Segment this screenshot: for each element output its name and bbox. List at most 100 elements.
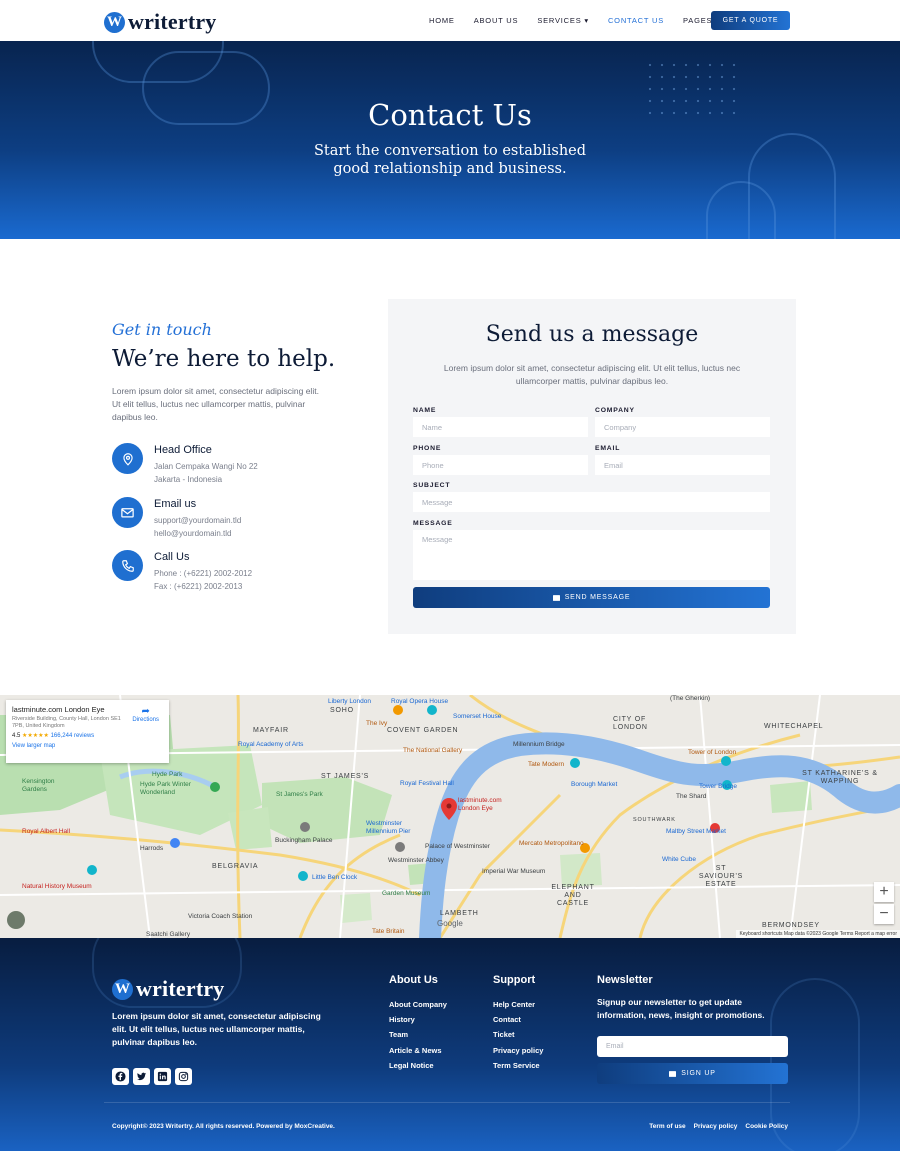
directions-button[interactable]: ➦ Directions [132,706,159,723]
facebook-icon[interactable] [112,1068,129,1085]
contact-item-email: Email us support@yourdomain.tld hello@yo… [112,497,241,540]
location-map[interactable]: SOHO MAYFAIR COVENT GARDEN ST JAMES'S BE… [0,695,900,938]
section-eyebrow: Get in touch [112,320,212,339]
map-label: Royal Festival Hall [400,780,454,787]
nav-contact[interactable]: CONTACT US [608,16,664,25]
footer-link[interactable]: Article & News [389,1043,447,1058]
map-label: The Ivy [366,720,388,727]
footer-link[interactable]: History [389,1012,447,1027]
footer-col-support: Support Help Center Contact Ticket Priva… [493,974,543,1073]
company-label: COMPANY [595,407,635,414]
get-quote-button[interactable]: GET A QUOTE [711,11,790,30]
map-label: ST SAVIOUR'S ESTATE [698,865,744,888]
map-label: LAMBETH [440,910,479,917]
footer-col-newsletter: Newsletter Signup our newsletter to get … [597,974,782,1022]
map-label: (The Gherkin) [670,695,711,702]
nav-about[interactable]: ABOUT US [474,16,519,25]
envelope-icon [552,594,560,601]
map-label: Little Ben Clock [312,874,358,881]
name-input[interactable]: Name [413,417,588,437]
map-label: Victoria Coach Station [188,913,253,920]
contact-email-link[interactable]: support@yourdomain.tld [154,514,241,527]
send-message-button[interactable]: SEND MESSAGE [413,587,770,608]
map-label: Royal Albert Hall [22,828,71,835]
footer-col-title: Newsletter [597,974,653,986]
map-label: Kensington Gardens [22,778,55,793]
company-input[interactable]: Company [595,417,770,437]
map-label: ST JAMES'S [321,773,370,780]
sign-up-button[interactable]: SIGN UP [597,1063,788,1084]
hero-subtitle: Start the conversation to established go… [0,142,900,178]
legal-link[interactable]: Privacy policy [694,1123,738,1130]
footer-link[interactable]: Privacy policy [493,1043,543,1058]
logo-badge: W [112,978,133,1000]
subject-input[interactable]: Message [413,492,770,512]
map-label: Millennium Bridge [513,741,565,748]
map-label: Hyde Park Winter Wonderland [140,781,191,796]
map-place-card: lastminute.com London Eye Riverside Buil… [6,700,169,763]
email-input[interactable]: Email [595,455,770,475]
map-label: Tate Britain [372,928,405,935]
map-attribution[interactable]: Keyboard shortcuts Map data ©2023 Google… [736,930,900,938]
footer-link[interactable]: Term Service [493,1058,543,1073]
footer-logo[interactable]: W writertry [112,976,225,1002]
directions-icon: ➦ [141,706,150,717]
map-label: The National Gallery [403,747,463,754]
map-label: Somerset House [453,713,502,720]
contact-item-title: Head Office [154,444,212,456]
map-label: WHITECHAPEL [764,723,824,730]
message-textarea[interactable]: Message [413,530,770,580]
map-label: Maltby Street Market [666,828,726,835]
contact-form-card: Send us a message Lorem ipsum dolor sit … [388,299,796,634]
map-label: Westminster Abbey [388,857,444,864]
phone-icon [112,550,143,581]
nav-home[interactable]: HOME [429,16,455,25]
site-logo[interactable]: W writertry [104,9,217,35]
site-footer: W writertry Lorem ipsum dolor sit amet, … [0,938,900,1151]
hero-banner: Contact Us Start the conversation to est… [0,41,900,239]
phone-label: PHONE [413,445,442,452]
map-label: Saatchi Gallery [146,931,191,938]
footer-link[interactable]: Contact [493,1012,543,1027]
map-label: CITY OF LONDON [613,716,648,731]
footer-divider [104,1102,790,1103]
nav-services[interactable]: SERVICES ▾ [537,16,589,25]
map-label: Liberty London [328,698,372,705]
twitter-icon[interactable] [133,1068,150,1085]
name-label: NAME [413,407,437,414]
legal-link[interactable]: Term of use [649,1123,685,1130]
rating-stars: ★★★★★ [22,733,49,739]
linkedin-icon[interactable] [154,1068,171,1085]
footer-link[interactable]: About Company [389,997,447,1012]
footer-link[interactable]: Team [389,1027,447,1042]
contact-email-link[interactable]: hello@yourdomain.tld [154,527,241,540]
map-label: lastminute.com London Eye [458,797,502,812]
map-label: SOHO [330,707,354,714]
newsletter-email-input[interactable]: Email [597,1036,788,1057]
map-label: MAYFAIR [253,727,289,734]
social-links [112,1068,192,1085]
map-label: The Shard [676,793,707,800]
contact-item-line: Jakarta - Indonesia [154,475,223,484]
zoom-out-button[interactable]: − [874,904,894,924]
instagram-icon[interactable] [175,1068,192,1085]
map-label: Imperial War Museum [482,868,546,875]
legal-link[interactable]: Cookie Policy [745,1123,788,1130]
subject-label: SUBJECT [413,482,451,489]
phone-input[interactable]: Phone [413,455,588,475]
view-larger-map-link[interactable]: View larger map [12,743,163,749]
footer-link[interactable]: Ticket [493,1027,543,1042]
contact-item-title: Call Us [154,551,190,563]
map-label: Palace of Westminster [425,843,490,850]
contact-item-line: Jalan Cempaka Wangi No 22 [154,462,258,471]
footer-link[interactable]: Help Center [493,997,543,1012]
footer-link[interactable]: Legal Notice [389,1058,447,1073]
site-header: W writertry HOME ABOUT US SERVICES ▾ CON… [0,0,900,41]
contact-item-line: Fax : (+6221) 2002-2013 [154,582,243,591]
zoom-in-button[interactable]: + [874,882,894,902]
reviews-link[interactable]: 166,244 reviews [51,733,95,739]
map-label: BERMONDSEY [762,922,820,929]
map-label: Natural History Museum [22,883,92,890]
map-label: ST KATHARINE'S & WAPPING [802,770,878,785]
logo-text: writertry [128,9,217,34]
